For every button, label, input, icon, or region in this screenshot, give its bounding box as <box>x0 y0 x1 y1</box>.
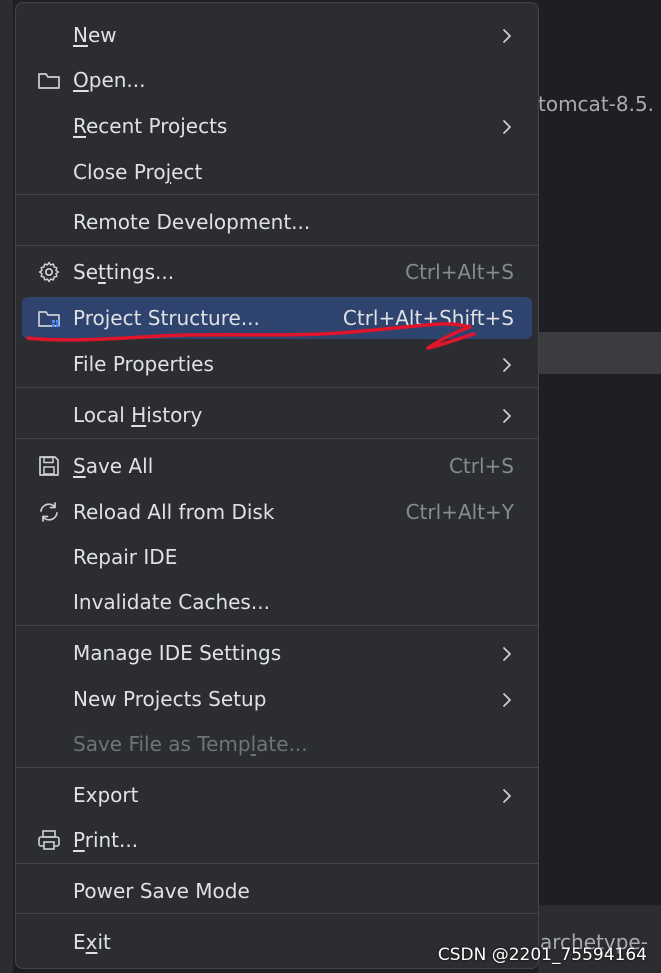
chevron-right-icon <box>500 355 514 373</box>
menu-item-recent-projects[interactable]: Recent Projects <box>22 105 532 147</box>
menu-separator <box>16 863 538 864</box>
menu-item-label: Save File as Template... <box>73 732 308 756</box>
menu-item-shortcut: Ctrl+S <box>448 454 514 478</box>
chevron-right-icon <box>500 117 514 135</box>
menu-item-reload-all-from-disk[interactable]: Reload All from Disk Ctrl+Alt+Y <box>22 491 532 533</box>
menu-item-label: Repair IDE <box>73 545 178 569</box>
menu-item-shortcut: Ctrl+Alt+Y <box>405 500 514 524</box>
menu-item-label: Recent Projects <box>73 114 228 138</box>
folder-icon <box>36 68 62 92</box>
menu-item-shortcut: Ctrl+Alt+Shift+S <box>342 306 514 330</box>
menu-item-save-file-as-template: Save File as Template... <box>22 723 532 765</box>
menu-item-label: Settings... <box>73 260 175 284</box>
menu-item-open[interactable]: Open... <box>22 59 532 101</box>
menu-item-save-all[interactable]: Save All Ctrl+S <box>22 445 532 487</box>
background-text-tomcat: tomcat-8.5. <box>538 92 655 116</box>
menu-item-remote-development[interactable]: Remote Development... <box>22 201 532 243</box>
reload-icon <box>36 500 62 524</box>
menu-item-power-save-mode[interactable]: Power Save Mode <box>22 870 532 912</box>
menu-item-export[interactable]: Export <box>22 774 532 816</box>
menu-item-label: Print... <box>73 828 139 852</box>
chevron-right-icon <box>500 690 514 708</box>
menu-item-label: Export <box>73 783 139 807</box>
chevron-right-icon <box>500 786 514 804</box>
menu-item-repair-ide[interactable]: Repair IDE <box>22 536 532 578</box>
menu-item-label: Manage IDE Settings <box>73 641 282 665</box>
menu-separator <box>16 194 538 195</box>
menu-item-local-history[interactable]: Local History <box>22 394 532 436</box>
menu-separator <box>16 245 538 246</box>
chevron-right-icon <box>500 406 514 424</box>
menu-item-file-properties[interactable]: File Properties <box>22 343 532 385</box>
menu-item-label: Reload All from Disk <box>73 500 275 524</box>
menu-separator <box>16 387 538 388</box>
menu-separator <box>16 913 538 914</box>
menu-item-settings[interactable]: Settings... Ctrl+Alt+S <box>22 251 532 293</box>
menu-item-print[interactable]: Print... <box>22 819 532 861</box>
project-structure-icon <box>36 306 62 330</box>
menu-item-label: New Projects Setup <box>73 687 267 711</box>
menu-item-label: Exit <box>73 930 111 954</box>
menu-item-label: Close Project <box>73 160 203 184</box>
file-menu-popup: New Open... Recent Projects Close Project Re… <box>15 2 539 969</box>
save-icon <box>36 454 62 478</box>
printer-icon <box>36 828 62 852</box>
menu-item-shortcut: Ctrl+Alt+S <box>405 260 514 284</box>
csdn-watermark: CSDN @2201_75594164 <box>437 945 647 965</box>
chevron-right-icon <box>500 26 514 44</box>
menu-item-label: Invalidate Caches... <box>73 590 270 614</box>
menu-item-label: Power Save Mode <box>73 879 250 903</box>
gear-icon <box>36 260 62 284</box>
chevron-right-icon <box>500 644 514 662</box>
menu-item-invalidate-caches[interactable]: Invalidate Caches... <box>22 581 532 623</box>
menu-item-label: New <box>73 23 117 47</box>
menu-item-project-structure[interactable]: Project Structure... Ctrl+Alt+Shift+S <box>22 297 532 339</box>
menu-separator <box>16 767 538 768</box>
menu-item-label: Open... <box>73 68 146 92</box>
editor-left-edge <box>0 0 13 973</box>
editor-highlight-strip <box>538 332 661 374</box>
menu-separator <box>16 438 538 439</box>
menu-item-label: Save All <box>73 454 154 478</box>
menu-item-new-projects-setup[interactable]: New Projects Setup <box>22 678 532 720</box>
menu-item-label: Project Structure... <box>73 306 260 330</box>
menu-item-manage-ide-settings[interactable]: Manage IDE Settings <box>22 632 532 674</box>
menu-item-label: Remote Development... <box>73 210 311 234</box>
menu-item-close-project[interactable]: Close Project <box>22 151 532 193</box>
menu-separator <box>16 625 538 626</box>
menu-item-new[interactable]: New <box>22 14 532 56</box>
menu-item-label: Local History <box>73 403 203 427</box>
menu-item-label: File Properties <box>73 352 214 376</box>
